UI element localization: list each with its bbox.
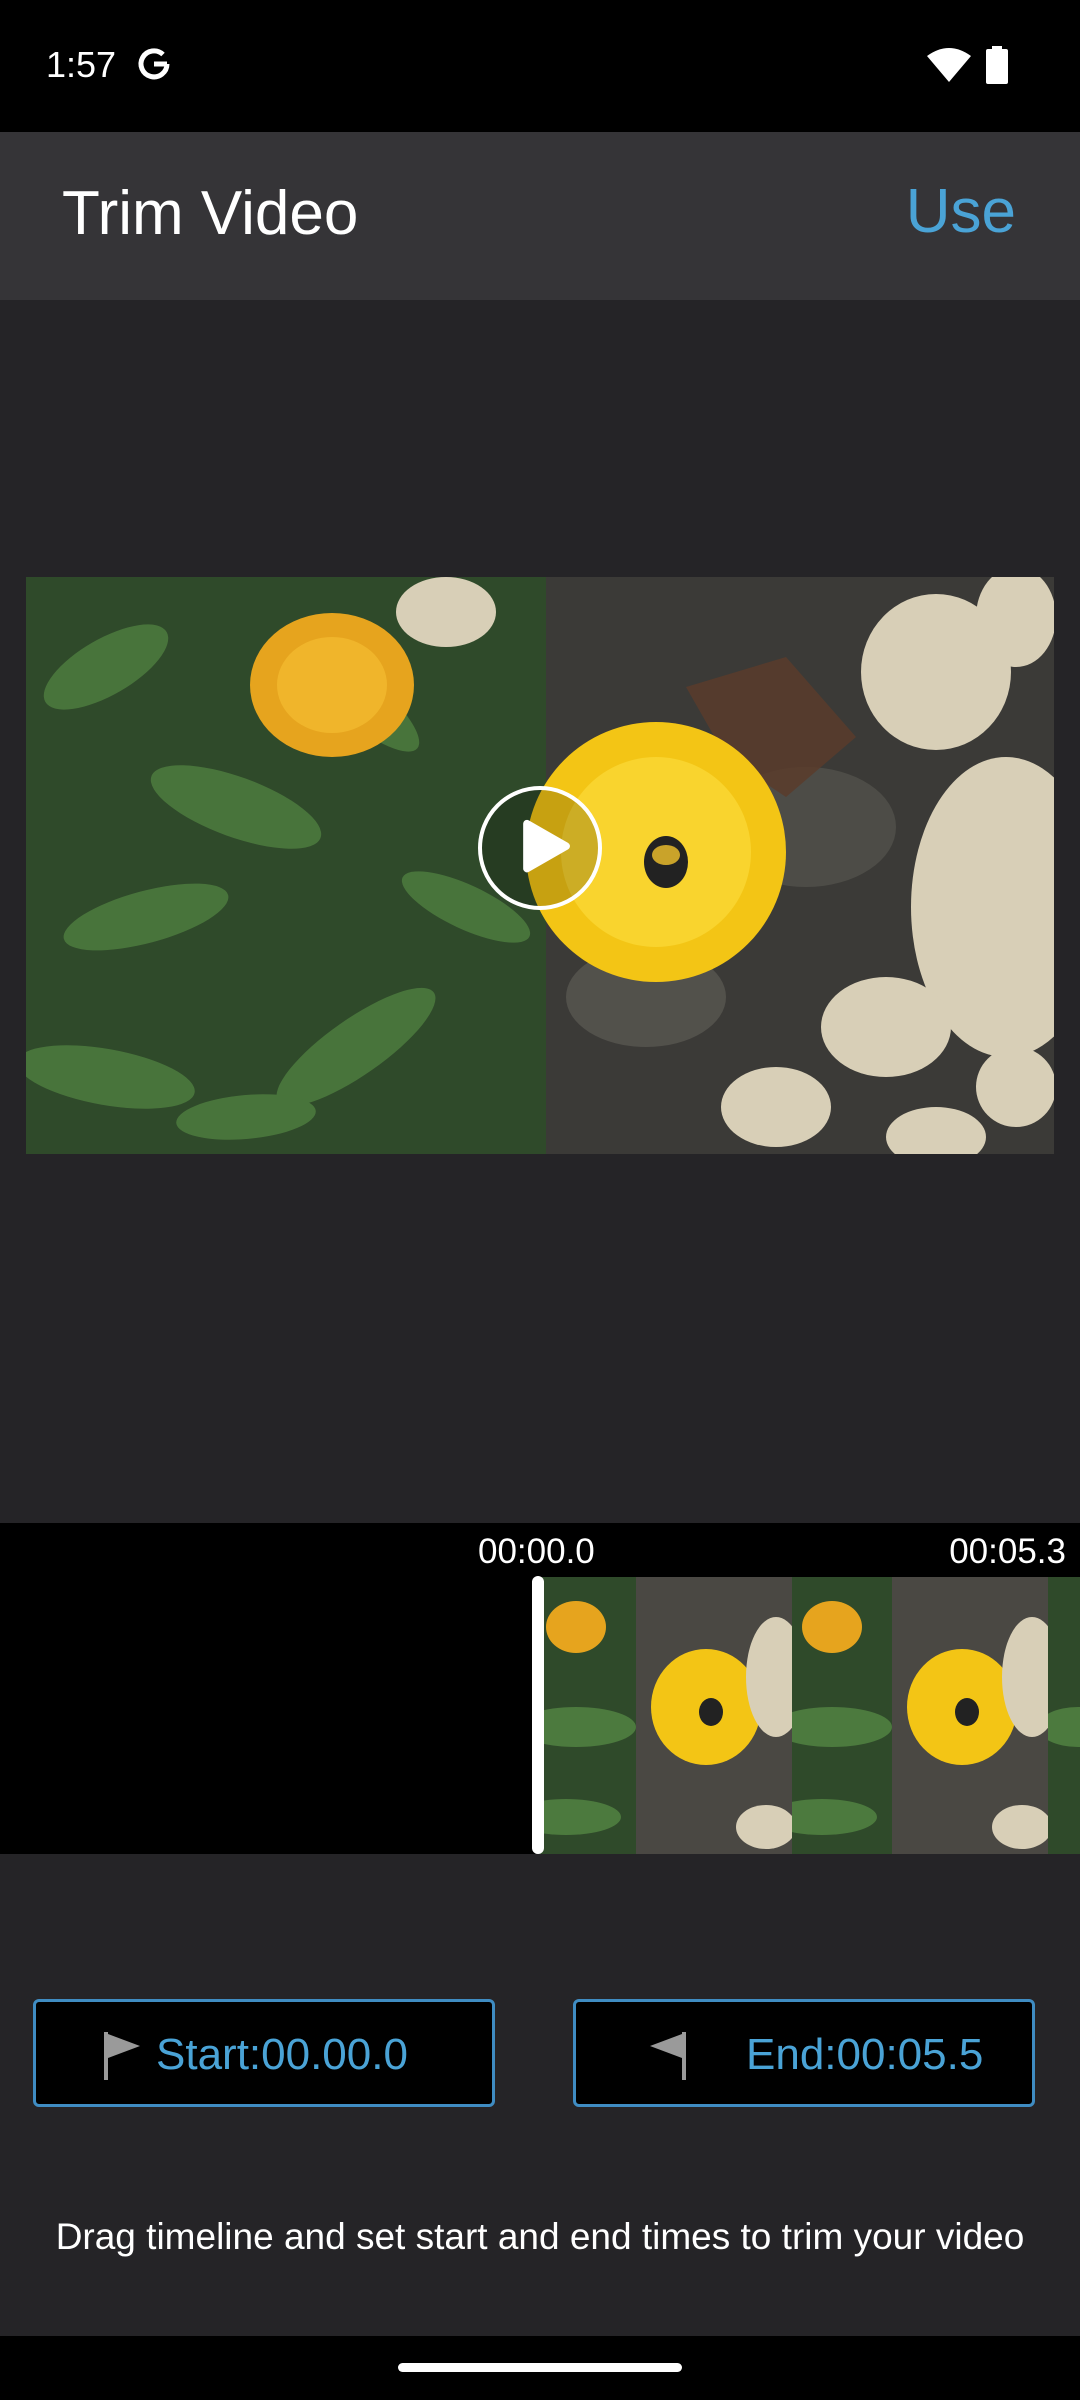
google-icon [138, 48, 170, 80]
set-end-button[interactable]: End:00:05.5 [573, 1999, 1035, 2107]
set-start-button[interactable]: Start:00.00.0 [33, 1999, 495, 2107]
page-title: Trim Video [62, 179, 359, 248]
timeline-start-time: 00:00.0 [478, 1532, 595, 1571]
play-icon [523, 819, 570, 873]
instructions-text: Drag timeline and set start and end time… [55, 2216, 1025, 2257]
battery-icon [986, 46, 1008, 84]
thumbnail-frame [536, 1577, 792, 1854]
thumbnail-strip[interactable] [536, 1577, 1080, 1854]
end-time-label: End:00:05.5 [746, 2030, 984, 2079]
app-bar: Trim Video Use [0, 132, 1080, 300]
status-bar: 1:57 [0, 0, 1080, 132]
use-button[interactable]: Use [906, 176, 1016, 247]
start-time-label: Start:00.00.0 [156, 2030, 408, 2079]
status-time: 1:57 [46, 44, 117, 85]
start-flag-icon [104, 2032, 140, 2080]
end-flag-icon [650, 2032, 686, 2080]
wifi-icon [927, 48, 971, 82]
timeline-playhead-handle[interactable] [532, 1576, 544, 1854]
thumbnail-frame [1048, 1577, 1080, 1854]
timeline-end-time: 00:05.3 [949, 1532, 1066, 1571]
home-indicator[interactable] [398, 2363, 682, 2372]
play-button[interactable] [478, 786, 602, 910]
thumbnail-frame [792, 1577, 1048, 1854]
